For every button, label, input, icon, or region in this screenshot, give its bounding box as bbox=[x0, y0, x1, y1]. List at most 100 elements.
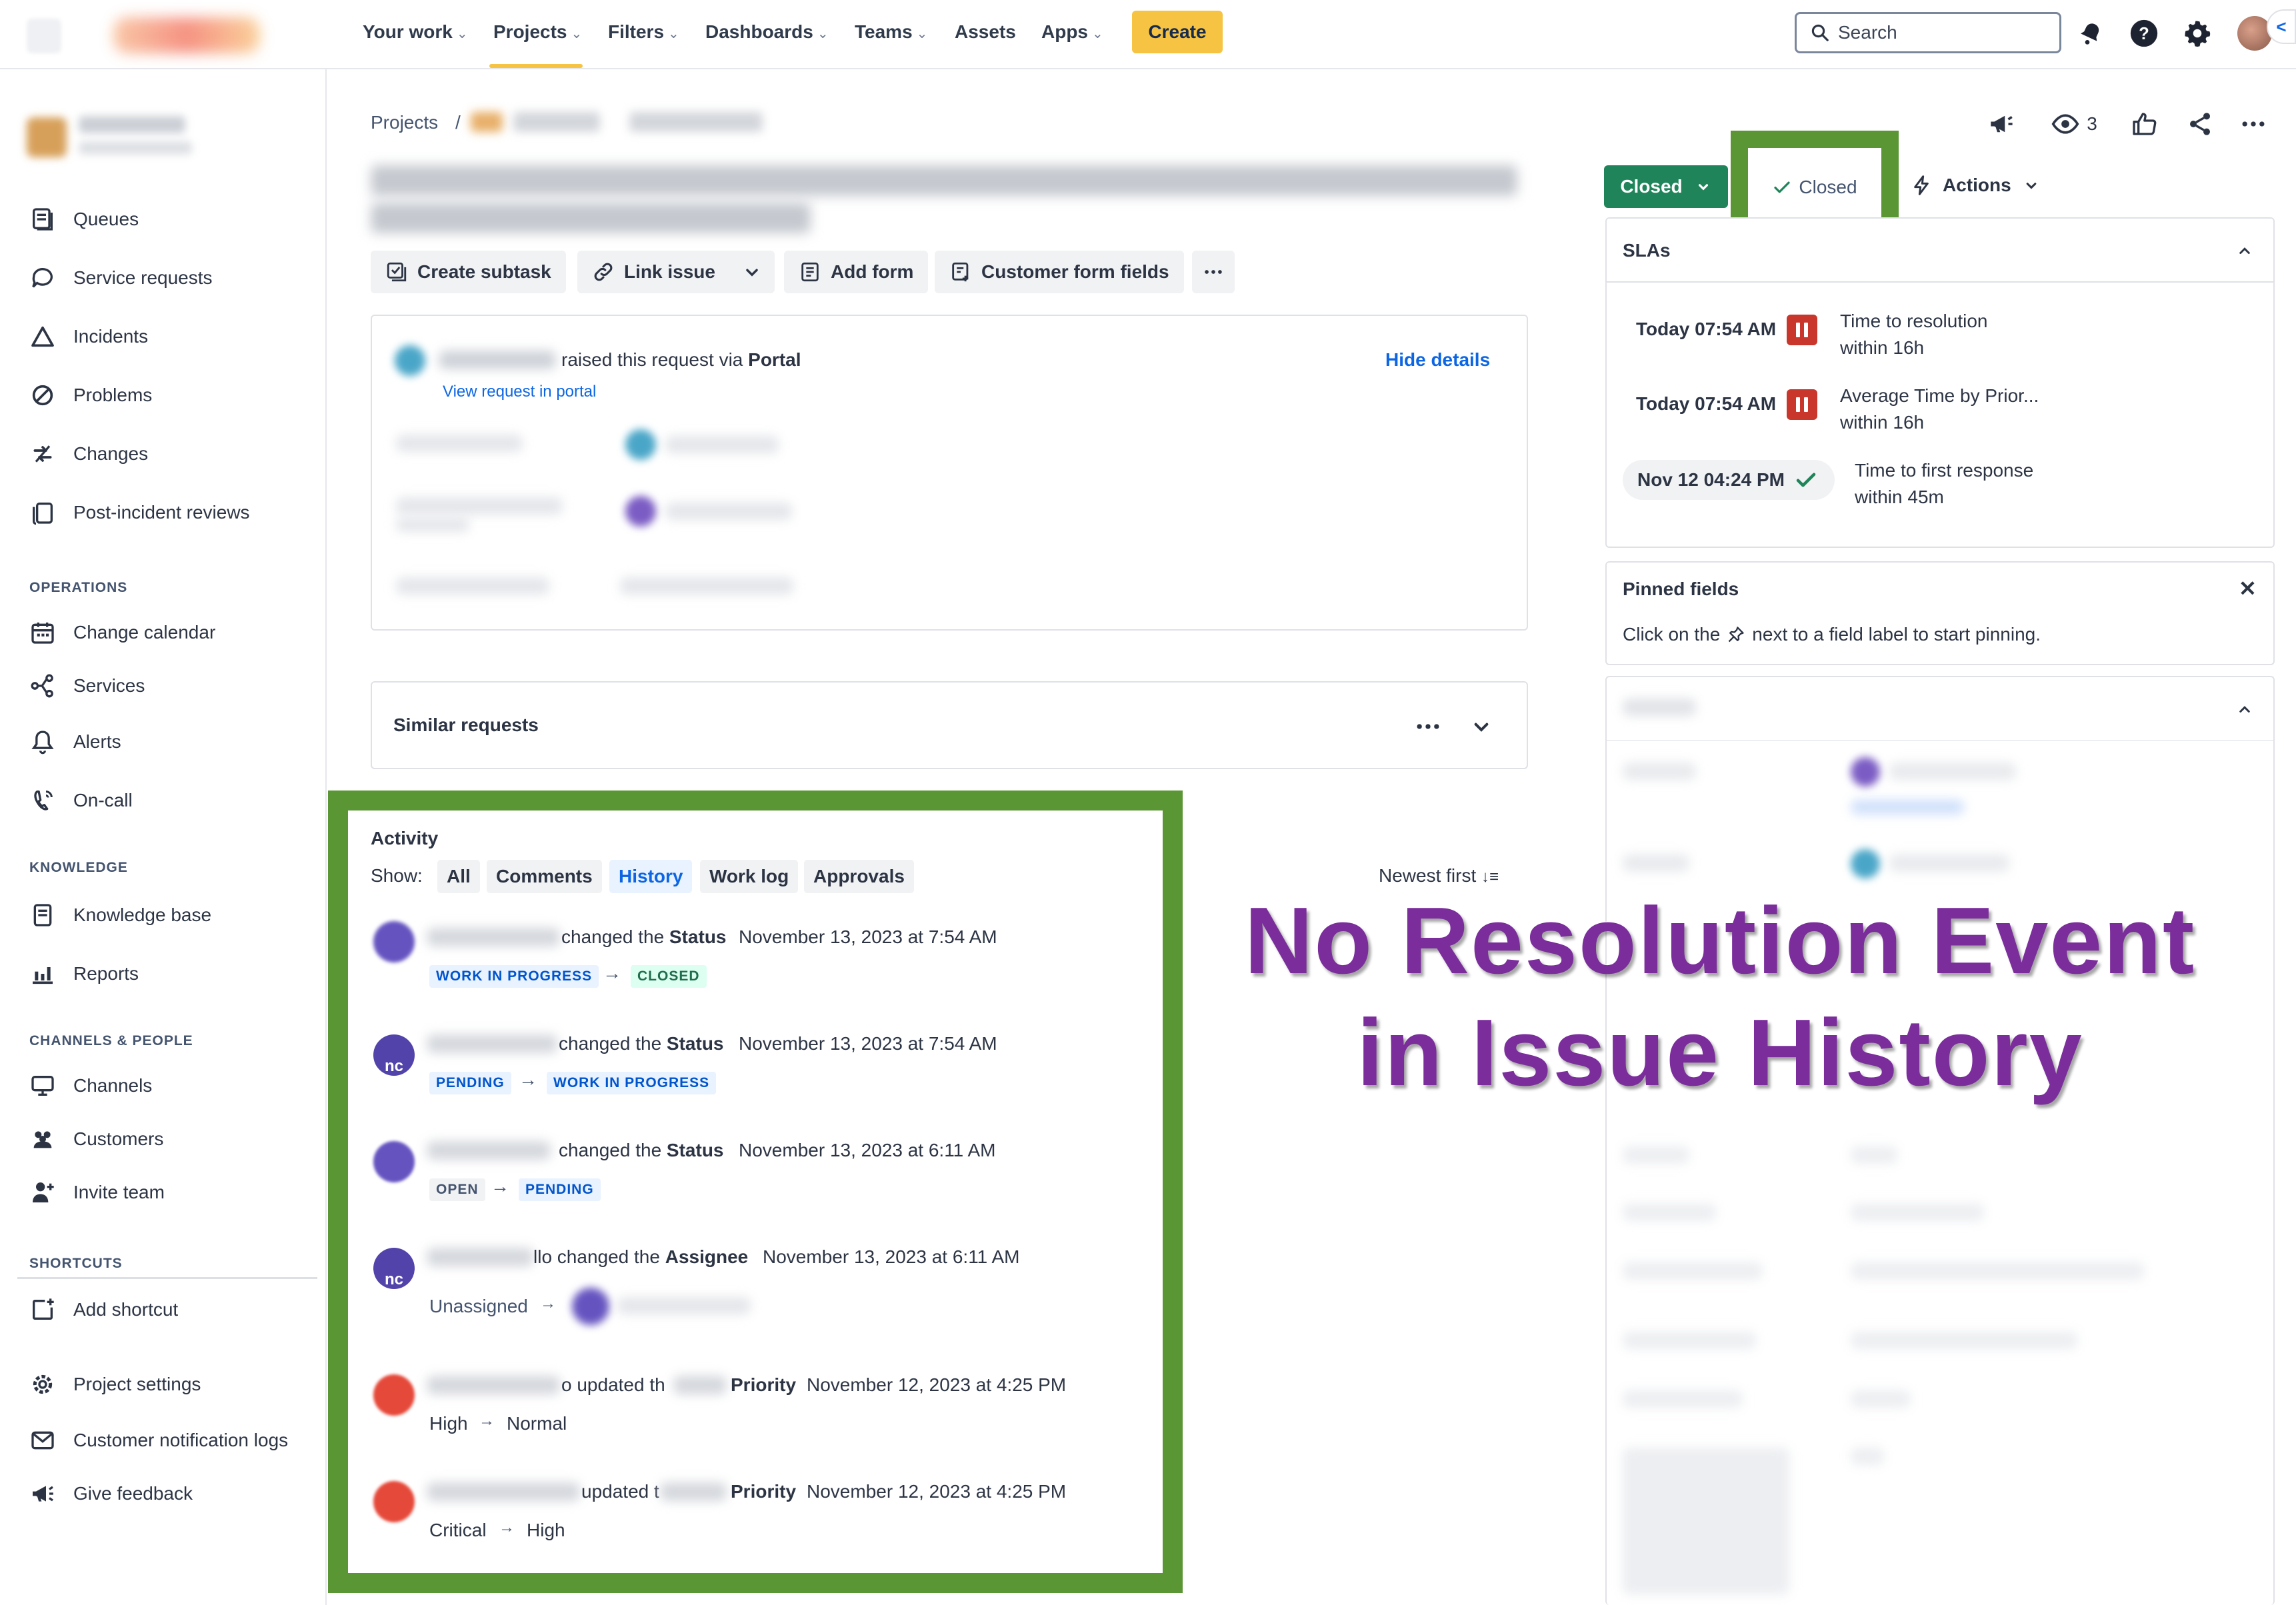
sidebar-item-give-feedback[interactable]: Give feedback bbox=[29, 1477, 193, 1510]
nav-teams[interactable]: Teams ⌄ bbox=[855, 21, 927, 43]
chevron-up-icon[interactable] bbox=[2235, 241, 2255, 261]
more-icon[interactable] bbox=[1413, 712, 1443, 741]
breadcrumb-project-redacted[interactable] bbox=[513, 112, 600, 132]
filter-approvals[interactable]: Approvals bbox=[804, 860, 914, 893]
sidebar-item-label: Project settings bbox=[73, 1374, 201, 1394]
sidebar-item-customer-notification-logs[interactable]: Customer notification logs bbox=[29, 1424, 288, 1457]
feedback-megaphone-icon[interactable] bbox=[1984, 107, 2019, 141]
more-actions-button[interactable] bbox=[1192, 251, 1235, 293]
arrow-right-icon: → bbox=[479, 1412, 495, 1430]
sidebar-item-problems[interactable]: Problems bbox=[29, 379, 152, 412]
sort-order-button[interactable]: Newest first ↓≡ bbox=[1379, 865, 1499, 886]
sidebar-item-label: Add shortcut bbox=[73, 1299, 179, 1320]
similar-requests-card[interactable]: Similar requests bbox=[371, 681, 1528, 769]
add-form-button[interactable]: Add form bbox=[784, 251, 929, 293]
app-switcher-icon[interactable] bbox=[27, 19, 61, 53]
filter-work-log[interactable]: Work log bbox=[700, 860, 799, 893]
sidebar-item-customers[interactable]: Customers bbox=[29, 1122, 163, 1156]
sidebar-item-label: Reports bbox=[73, 963, 139, 984]
eye-icon bbox=[2051, 114, 2079, 134]
product-logo[interactable] bbox=[113, 17, 260, 53]
nav-label: Apps bbox=[1041, 21, 1088, 42]
chevron-down-icon[interactable] bbox=[1468, 713, 1495, 740]
notifications-icon[interactable] bbox=[2073, 16, 2108, 51]
pin-icon bbox=[1728, 627, 1744, 643]
reporter-name-redacted[interactable] bbox=[439, 351, 556, 369]
sidebar-item-label: Channels bbox=[73, 1075, 153, 1096]
sidebar-item-project-settings[interactable]: Project settings bbox=[29, 1368, 201, 1401]
event-author-redacted[interactable] bbox=[427, 1376, 560, 1394]
sidebar-item-label: Alerts bbox=[73, 731, 121, 752]
link-issue-dropdown[interactable] bbox=[729, 251, 775, 293]
sidebar-item-services[interactable]: Services bbox=[29, 669, 145, 703]
sidebar-item-changes[interactable]: Changes bbox=[29, 437, 148, 471]
link-issue-button[interactable]: Link issue bbox=[577, 251, 730, 293]
view-request-in-portal-link[interactable]: View request in portal bbox=[443, 383, 596, 401]
sidebar-item-change-calendar[interactable]: Change calendar bbox=[29, 616, 215, 649]
create-subtask-button[interactable]: Create subtask bbox=[371, 251, 566, 293]
event-avatar bbox=[373, 1481, 415, 1522]
nav-filters[interactable]: Filters ⌄ bbox=[608, 21, 679, 43]
sidebar-item-queues[interactable]: Queues bbox=[29, 203, 139, 236]
field-value-redacted bbox=[1851, 1390, 1911, 1408]
event-author-redacted[interactable] bbox=[427, 1141, 551, 1160]
customer-form-fields-button[interactable]: Customer form fields bbox=[935, 251, 1184, 293]
watchers-button[interactable]: 3 bbox=[2044, 107, 2104, 141]
sidebar-item-add-shortcut[interactable]: Add shortcut bbox=[29, 1293, 178, 1326]
nav-apps[interactable]: Apps ⌄ bbox=[1041, 21, 1103, 43]
nav-your-work[interactable]: Your work ⌄ bbox=[363, 21, 468, 43]
sidebar-item-on-call[interactable]: On-call bbox=[29, 784, 133, 817]
alerts-icon bbox=[31, 731, 54, 755]
sidebar-item-knowledge-base[interactable]: Knowledge base bbox=[29, 898, 211, 932]
sidebar-item-channels[interactable]: Channels bbox=[29, 1069, 152, 1102]
sidebar-item-post-incident-reviews[interactable]: Post-incident reviews bbox=[29, 496, 250, 529]
status-button[interactable]: Closed bbox=[1604, 165, 1728, 208]
event-avatar: nc bbox=[373, 1248, 415, 1289]
breadcrumb-issue-key-redacted[interactable] bbox=[629, 112, 763, 132]
issue-title-redacted-line2[interactable] bbox=[371, 203, 811, 233]
search-input[interactable]: Search bbox=[1795, 12, 2061, 53]
breadcrumb-projects-link[interactable]: Projects bbox=[371, 112, 438, 133]
event-author-redacted[interactable] bbox=[427, 1034, 557, 1053]
nav-projects[interactable]: Projects ⌄ bbox=[493, 21, 582, 43]
filter-history[interactable]: History bbox=[609, 860, 693, 893]
event-author-redacted[interactable] bbox=[427, 1482, 580, 1501]
event-text-redacted bbox=[673, 1376, 727, 1394]
paused-icon bbox=[1787, 315, 1817, 345]
arrow-right-icon: → bbox=[499, 1518, 515, 1536]
sidebar-item-reports[interactable]: Reports bbox=[29, 957, 139, 990]
actions-menu-button[interactable]: Actions bbox=[1911, 175, 2041, 196]
event-summary: llo changed the Assignee bbox=[533, 1246, 749, 1267]
help-icon[interactable]: ? bbox=[2127, 16, 2161, 51]
post-incident-reviews-icon bbox=[33, 503, 53, 525]
nav-label: Dashboards bbox=[705, 21, 813, 42]
sidebar-item-incidents[interactable]: Incidents bbox=[29, 320, 148, 353]
detail-field-label-redacted bbox=[396, 517, 469, 532]
sidebar-item-invite-team[interactable]: Invite team bbox=[29, 1176, 165, 1209]
event-author-redacted[interactable] bbox=[427, 1248, 533, 1266]
more-icon[interactable] bbox=[2236, 107, 2271, 141]
sort-label: Newest first bbox=[1379, 865, 1477, 886]
nav-assets[interactable]: Assets bbox=[955, 21, 1016, 43]
sidebar-item-alerts[interactable]: Alerts bbox=[29, 725, 121, 759]
breadcrumb-project-icon bbox=[471, 112, 503, 132]
settings-icon[interactable] bbox=[2180, 16, 2215, 51]
filter-all[interactable]: All bbox=[437, 860, 480, 893]
collapse-panel-button[interactable]: < bbox=[2267, 9, 2296, 44]
vote-icon[interactable] bbox=[2127, 107, 2161, 141]
create-button[interactable]: Create bbox=[1132, 11, 1223, 53]
incidents-icon bbox=[31, 326, 54, 347]
nav-dashboards[interactable]: Dashboards ⌄ bbox=[705, 21, 829, 43]
share-icon[interactable] bbox=[2183, 107, 2217, 141]
issue-title-redacted[interactable] bbox=[371, 165, 1517, 196]
event-author-redacted[interactable] bbox=[427, 928, 560, 946]
hide-details-link[interactable]: Hide details bbox=[1385, 349, 1490, 371]
sidebar-item-service-requests[interactable]: Service requests bbox=[29, 261, 213, 295]
project-name-redacted[interactable] bbox=[79, 116, 185, 133]
close-icon[interactable]: ✕ bbox=[2239, 576, 2257, 601]
project-avatar[interactable] bbox=[27, 117, 67, 157]
chevron-up-icon[interactable] bbox=[2235, 700, 2255, 720]
sidebar-item-label: Changes bbox=[73, 443, 149, 464]
status-lozenge-to: WORK IN PROGRESS bbox=[547, 1072, 717, 1094]
filter-comments[interactable]: Comments bbox=[487, 860, 602, 893]
